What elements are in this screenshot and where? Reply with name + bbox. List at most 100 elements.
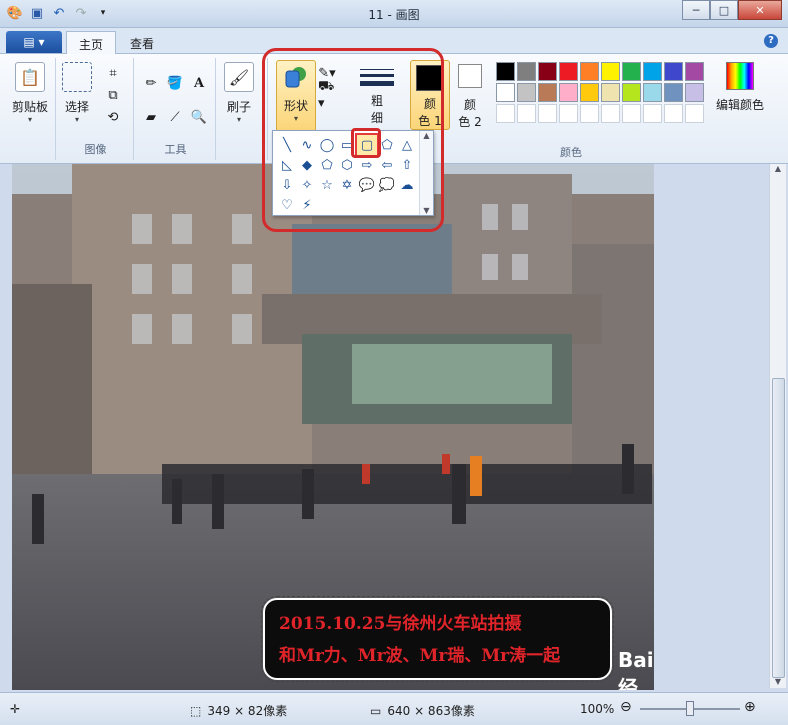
- color-swatch[interactable]: [643, 62, 662, 81]
- scroll-down-icon[interactable]: ▼: [423, 206, 429, 215]
- clipboard-button[interactable]: 📋 剪贴板 ▾: [12, 62, 48, 124]
- close-button[interactable]: ✕: [738, 0, 782, 20]
- vertical-scrollbar[interactable]: ▲ ▼: [769, 164, 786, 688]
- shape-option-icon[interactable]: 💬: [357, 175, 377, 195]
- color-swatch[interactable]: [622, 83, 641, 102]
- color-swatch[interactable]: [685, 83, 704, 102]
- title-bar: 🎨 ▣ ↶ ↷ ▾ 11 - 画图 ─ □ ✕: [0, 0, 788, 28]
- shape-option-icon[interactable]: ☁: [397, 175, 417, 195]
- color-swatch[interactable]: [538, 83, 557, 102]
- chevron-down-icon: ▾: [236, 115, 241, 124]
- shape-option-icon[interactable]: ⚡: [297, 195, 317, 215]
- scroll-up-icon[interactable]: ▲: [423, 131, 429, 140]
- color-swatch[interactable]: [685, 62, 704, 81]
- scroll-down-icon[interactable]: ▼: [770, 677, 786, 686]
- color-swatch[interactable]: [580, 83, 599, 102]
- shape-option-icon[interactable]: ⇨: [357, 155, 377, 175]
- shape-option-icon[interactable]: ◆: [297, 155, 317, 175]
- text-tool-icon[interactable]: A: [190, 74, 208, 92]
- caption-rounded-rectangle[interactable]: 2015.10.25与徐州火车站拍摄 和Mr力、Mr波、Mr瑞、Mr涛一起: [261, 596, 614, 682]
- color-swatch[interactable]: [496, 83, 515, 102]
- shape-option-icon[interactable]: ✡: [337, 175, 357, 195]
- color-swatch[interactable]: [517, 62, 536, 81]
- magnifier-icon[interactable]: 🔍: [190, 108, 208, 126]
- shape-option-icon[interactable]: ⬡: [337, 155, 357, 175]
- shape-option-icon[interactable]: ⇦: [377, 155, 397, 175]
- rounded-rectangle-shape-icon[interactable]: ▢: [355, 133, 379, 157]
- color2-button[interactable]: 颜 色 2: [458, 64, 482, 130]
- shape-option-icon[interactable]: ╲: [277, 135, 297, 155]
- color-swatch[interactable]: [601, 62, 620, 81]
- shape-option-icon[interactable]: 💭: [377, 175, 397, 195]
- shape-option-icon[interactable]: ⇧: [397, 155, 417, 175]
- size-button[interactable]: 粗 细: [360, 62, 394, 126]
- scroll-thumb[interactable]: [772, 378, 785, 678]
- zoom-out-icon[interactable]: ⊖: [620, 699, 632, 715]
- colors-group-label: 颜色: [560, 146, 582, 159]
- pencil-icon[interactable]: ✏: [142, 74, 160, 92]
- resize-icon[interactable]: ⧉: [104, 86, 122, 104]
- shape-option-icon[interactable]: ⬠: [317, 155, 337, 175]
- color-swatch[interactable]: [622, 104, 641, 123]
- shape-option-icon[interactable]: ∿: [297, 135, 317, 155]
- color-swatch[interactable]: [580, 104, 599, 123]
- color-swatch[interactable]: [517, 83, 536, 102]
- shape-option-icon[interactable]: △: [397, 135, 417, 155]
- color-swatch[interactable]: [685, 104, 704, 123]
- image-size-icon: ▭: [370, 703, 382, 718]
- baidu-watermark: Bai 经验: [618, 648, 654, 690]
- color-swatch[interactable]: [643, 104, 662, 123]
- color-swatch[interactable]: [601, 104, 620, 123]
- canvas-area[interactable]: 2015.10.25与徐州火车站拍摄 和Mr力、Mr波、Mr瑞、Mr涛一起 Ba…: [0, 164, 788, 692]
- color-swatch[interactable]: [559, 83, 578, 102]
- crop-icon[interactable]: ⌗: [104, 64, 122, 82]
- zoom-in-icon[interactable]: ⊕: [744, 699, 756, 715]
- brushes-button[interactable]: 🖌 刷子 ▾: [224, 62, 254, 124]
- color-swatch[interactable]: [601, 83, 620, 102]
- rotate-icon[interactable]: ⟲: [104, 108, 122, 126]
- color1-button[interactable]: 颜 色 1: [410, 60, 450, 130]
- color-swatch[interactable]: [538, 104, 557, 123]
- color2-swatch: [458, 64, 482, 88]
- gallery-scrollbar[interactable]: ▲ ▼: [419, 131, 433, 215]
- shape-option-icon[interactable]: ♡: [277, 195, 297, 215]
- help-icon[interactable]: ?: [764, 34, 778, 48]
- shape-option-icon[interactable]: ▭: [337, 135, 357, 155]
- paint-menu-button[interactable]: ▤ ▾: [6, 31, 62, 53]
- tab-home[interactable]: 主页: [66, 31, 117, 54]
- clipboard-label: 剪贴板: [12, 100, 49, 114]
- color2-label-2: 色 2: [458, 115, 482, 129]
- color-picker-icon[interactable]: ⟋: [166, 108, 184, 126]
- shape-option-icon[interactable]: ⇩: [277, 175, 297, 195]
- shapes-button[interactable]: 形状 ▾: [276, 60, 316, 132]
- minimize-button[interactable]: ─: [682, 0, 710, 20]
- maximize-button[interactable]: □: [710, 0, 738, 20]
- color-swatch[interactable]: [559, 104, 578, 123]
- color-swatch[interactable]: [664, 62, 683, 81]
- shape-option-icon[interactable]: ⬠: [377, 135, 397, 155]
- tab-view[interactable]: 查看: [118, 31, 166, 54]
- image-size-text: 640 × 863像素: [387, 704, 475, 718]
- fill-icon[interactable]: 🪣: [166, 74, 184, 92]
- shape-option-icon[interactable]: ☆: [317, 175, 337, 195]
- shape-option-icon[interactable]: ◯: [317, 135, 337, 155]
- color-swatch[interactable]: [496, 104, 515, 123]
- color-swatch[interactable]: [664, 83, 683, 102]
- select-button[interactable]: 选择 ▾: [62, 62, 92, 124]
- edit-colors-button[interactable]: 编辑颜色: [716, 62, 764, 113]
- color-swatch[interactable]: [664, 104, 683, 123]
- color-swatch[interactable]: [643, 83, 662, 102]
- color-swatch[interactable]: [496, 62, 515, 81]
- shape-option-icon[interactable]: ◺: [277, 155, 297, 175]
- zoom-slider-thumb[interactable]: [686, 701, 694, 716]
- shape-fill-icon[interactable]: ⛟▾: [318, 79, 336, 111]
- color-swatch[interactable]: [622, 62, 641, 81]
- scroll-up-icon[interactable]: ▲: [770, 164, 786, 173]
- shape-option-icon[interactable]: ✧: [297, 175, 317, 195]
- color-swatch[interactable]: [517, 104, 536, 123]
- color-swatch[interactable]: [538, 62, 557, 81]
- color-swatch[interactable]: [559, 62, 578, 81]
- color-swatch[interactable]: [580, 62, 599, 81]
- photo-canvas[interactable]: 2015.10.25与徐州火车站拍摄 和Mr力、Mr波、Mr瑞、Mr涛一起 Ba…: [12, 164, 654, 690]
- eraser-icon[interactable]: ▰: [142, 108, 160, 126]
